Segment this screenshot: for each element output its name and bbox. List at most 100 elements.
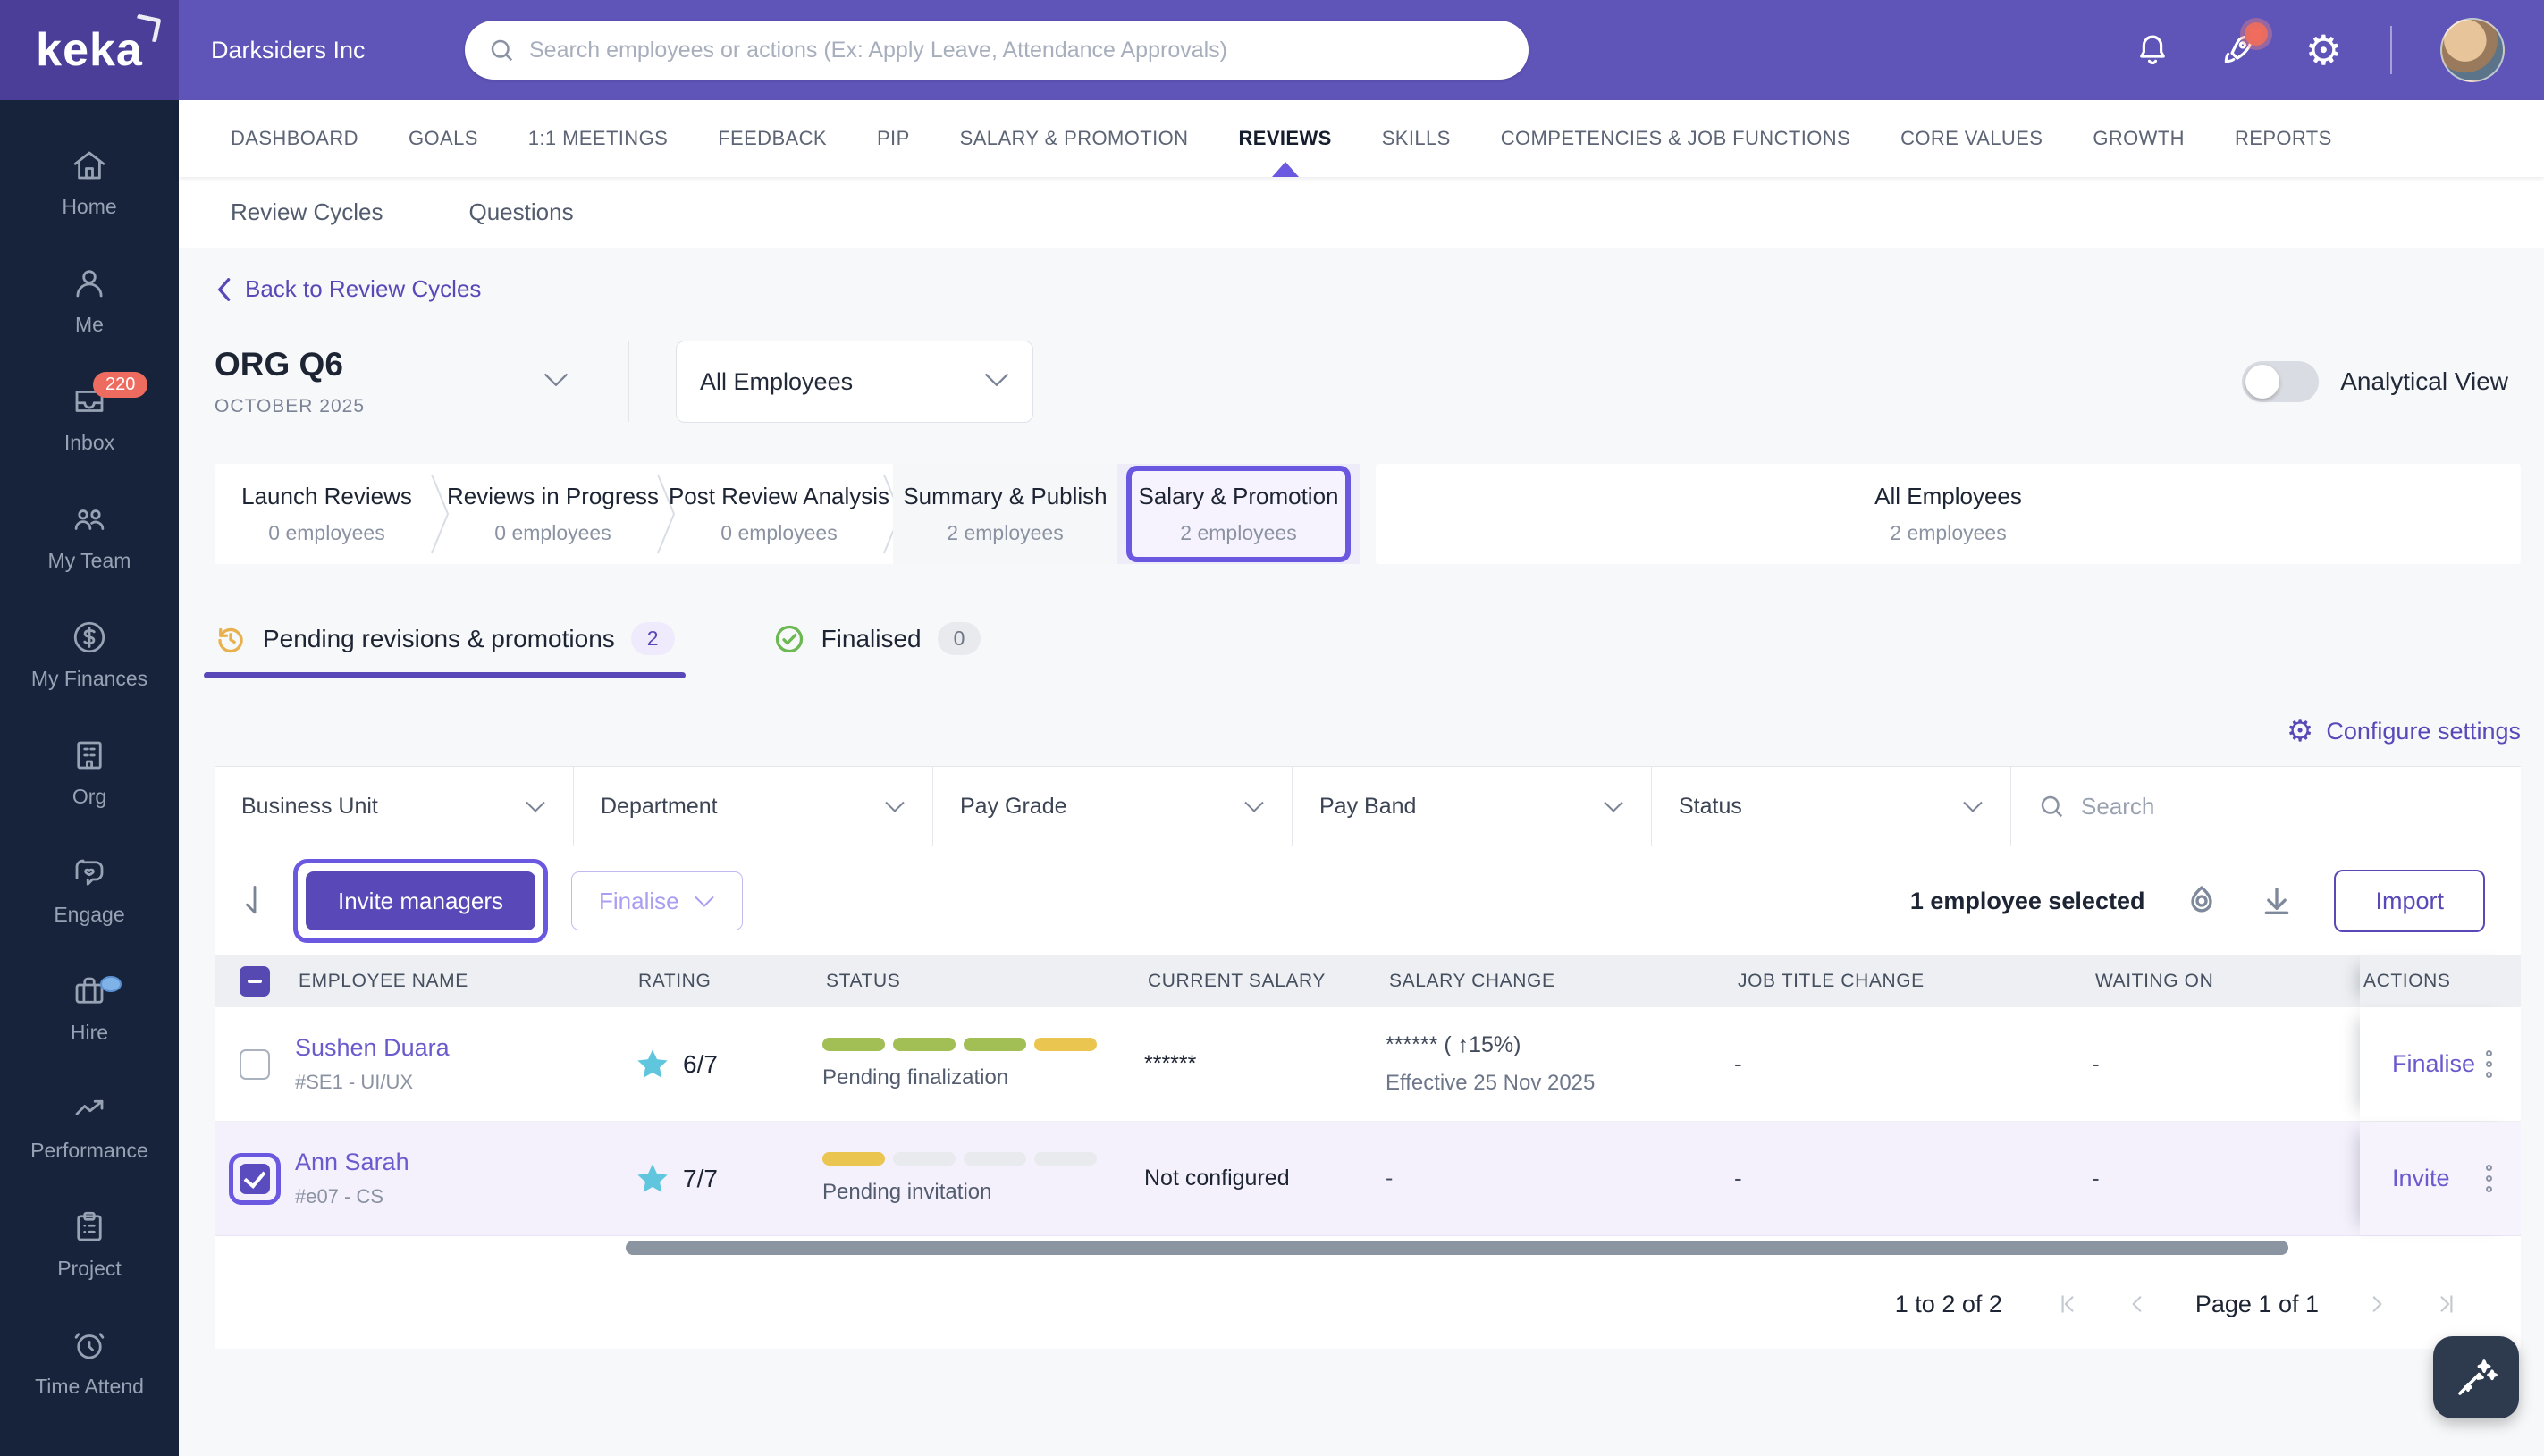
- stage-launch-reviews[interactable]: Launch Reviews 0 employees: [215, 464, 439, 564]
- stage-all-employees[interactable]: All Employees 2 employees: [1376, 464, 2521, 564]
- last-page-icon[interactable]: [2435, 1292, 2458, 1316]
- sidebar-item-inbox[interactable]: 220 Inbox: [0, 363, 179, 474]
- row-checkbox[interactable]: [240, 1048, 270, 1080]
- cycle-dropdown-chevron-icon[interactable]: [543, 372, 569, 392]
- status-text: Pending invitation: [822, 1180, 992, 1204]
- sidebar-item-time-attend[interactable]: Time Attend: [0, 1307, 179, 1418]
- waiting-on: -: [2092, 1165, 2100, 1191]
- sidebar-item-my-team[interactable]: My Team: [0, 481, 179, 592]
- tab-skills[interactable]: SKILLS: [1382, 100, 1451, 177]
- sidebar-item-my-finances[interactable]: My Finances: [0, 599, 179, 710]
- sidebar-item-label: My Team: [47, 548, 131, 572]
- invite-managers-button[interactable]: Invite managers: [306, 871, 535, 930]
- tab-core-values[interactable]: CORE VALUES: [1900, 100, 2043, 177]
- sidebar-item-label: Home: [62, 194, 117, 218]
- configure-settings-button[interactable]: ⚙ Configure settings: [215, 716, 2521, 746]
- keka-logo[interactable]: keka: [0, 0, 179, 100]
- cycle-name: ORG Q6: [215, 346, 343, 383]
- back-to-review-cycles-link[interactable]: Back to Review Cycles: [215, 275, 481, 303]
- next-page-icon[interactable]: [2365, 1292, 2388, 1316]
- salary-change-effective: Effective 25 Nov 2025: [1386, 1071, 1596, 1095]
- sidebar-item-hire[interactable]: Hire: [0, 953, 179, 1064]
- stage-reviews-in-progress[interactable]: Reviews in Progress 0 employees: [441, 464, 665, 564]
- table-search-input[interactable]: [2081, 792, 2494, 821]
- filter-pay-grade[interactable]: Pay Grade: [933, 767, 1293, 846]
- filter-label: Pay Band: [1319, 793, 1417, 819]
- tab-goals[interactable]: GOALS: [409, 100, 478, 177]
- filter-business-unit[interactable]: Business Unit: [215, 767, 574, 846]
- download-icon[interactable]: [2259, 883, 2295, 919]
- finalise-row-link[interactable]: Finalise: [2392, 1050, 2475, 1078]
- assistant-fab-button[interactable]: [2433, 1336, 2519, 1418]
- preview-eye-icon[interactable]: [2184, 883, 2220, 919]
- row-checkbox[interactable]: [240, 1163, 270, 1194]
- finalised-check-icon: [775, 625, 803, 652]
- sort-arrow-icon[interactable]: [240, 883, 270, 919]
- user-avatar[interactable]: [2440, 18, 2505, 82]
- kebab-menu-icon[interactable]: [2481, 1159, 2498, 1198]
- chevron-down-icon: [694, 896, 714, 907]
- employee-filter-select[interactable]: All Employees: [676, 341, 1034, 423]
- table-header: EMPLOYEE NAME RATING STATUS CURRENT SALA…: [215, 955, 2521, 1007]
- whats-new-rocket-icon[interactable]: [2220, 22, 2268, 69]
- import-button[interactable]: Import: [2334, 870, 2485, 932]
- employee-name-link[interactable]: Sushen Duara: [295, 1034, 635, 1062]
- sidebar-item-performance[interactable]: Performance: [0, 1071, 179, 1182]
- kebab-menu-icon[interactable]: [2481, 1045, 2498, 1083]
- filter-department[interactable]: Department: [574, 767, 933, 846]
- action-row-right: 1 employee selected Import: [1910, 870, 2485, 932]
- stage-name: Salary & Promotion: [1138, 483, 1339, 509]
- tab-pending-revisions[interactable]: Pending revisions & promotions 2: [204, 622, 686, 678]
- sidebar-item-org[interactable]: Org: [0, 717, 179, 828]
- tab-growth[interactable]: GROWTH: [2093, 100, 2185, 177]
- back-chevron-icon: [217, 277, 231, 301]
- sidebar-item-engage[interactable]: Engage: [0, 835, 179, 946]
- sidebar-item-label: Hire: [70, 1020, 109, 1044]
- tab-1-1-meetings[interactable]: 1:1 MEETINGS: [528, 100, 668, 177]
- subtab-review-cycles[interactable]: Review Cycles: [231, 198, 383, 226]
- analytical-view-toggle[interactable]: [2242, 361, 2320, 402]
- tab-feedback[interactable]: FEEDBACK: [718, 100, 827, 177]
- tab-finalised[interactable]: Finalised 0: [773, 622, 981, 678]
- reviews-subnav: Review Cycles Questions: [179, 177, 2544, 248]
- stage-count: 2 employees: [1890, 521, 2007, 544]
- filter-label: Pay Grade: [960, 793, 1067, 819]
- tab-reviews[interactable]: REVIEWS: [1238, 100, 1331, 177]
- tab-salary-promotion[interactable]: SALARY & PROMOTION: [960, 100, 1189, 177]
- tab-reports[interactable]: REPORTS: [2235, 100, 2332, 177]
- chevron-down-icon: [1244, 801, 1264, 812]
- sidebar-item-me[interactable]: Me: [0, 245, 179, 356]
- global-search[interactable]: [465, 21, 1529, 80]
- scrollbar-thumb[interactable]: [626, 1241, 2288, 1255]
- stage-post-review-analysis[interactable]: Post Review Analysis 0 employees: [667, 464, 891, 564]
- main-area: Darksiders Inc ⚙ DASHBOARD GOALS 1:1 MEE…: [179, 0, 2544, 1456]
- time-attend-icon: [74, 1332, 105, 1359]
- sidebar-item-home[interactable]: Home: [0, 127, 179, 238]
- invite-row-link[interactable]: Invite: [2392, 1165, 2450, 1192]
- project-icon: [77, 1211, 102, 1241]
- stage-salary-promotion[interactable]: Salary & Promotion 2 employees: [1126, 466, 1351, 562]
- tab-dashboard[interactable]: DASHBOARD: [231, 100, 358, 177]
- prev-page-icon[interactable]: [2126, 1292, 2149, 1316]
- finalise-dropdown-button[interactable]: Finalise: [570, 871, 743, 930]
- subtab-questions[interactable]: Questions: [469, 198, 574, 226]
- notifications-bell-icon[interactable]: [2134, 31, 2171, 69]
- sidebar-item-project[interactable]: Project: [0, 1189, 179, 1300]
- analytical-view-control: Analytical View: [2242, 361, 2508, 402]
- tab-competencies[interactable]: COMPETENCIES & JOB FUNCTIONS: [1501, 100, 1850, 177]
- star-icon: [637, 1163, 668, 1192]
- filter-status[interactable]: Status: [1652, 767, 2011, 846]
- select-all-checkbox[interactable]: [240, 966, 270, 997]
- pagination-range: 1 to 2 of 2: [1894, 1290, 2002, 1317]
- sidebar-item-label: Me: [75, 312, 104, 336]
- employee-name-link[interactable]: Ann Sarah: [295, 1149, 635, 1176]
- table-search[interactable]: [2011, 767, 2521, 846]
- settings-gear-icon[interactable]: ⚙: [2305, 29, 2342, 71]
- first-page-icon[interactable]: [2056, 1292, 2079, 1316]
- stage-summary-publish[interactable]: Summary & Publish 2 employees: [893, 464, 1117, 564]
- topbar-icons: ⚙: [2134, 18, 2544, 82]
- global-search-input[interactable]: [529, 37, 1505, 63]
- tab-pip[interactable]: PIP: [877, 100, 910, 177]
- filter-pay-band[interactable]: Pay Band: [1293, 767, 1652, 846]
- filter-bar: Business Unit Department Pay Grade Pay B…: [215, 766, 2521, 846]
